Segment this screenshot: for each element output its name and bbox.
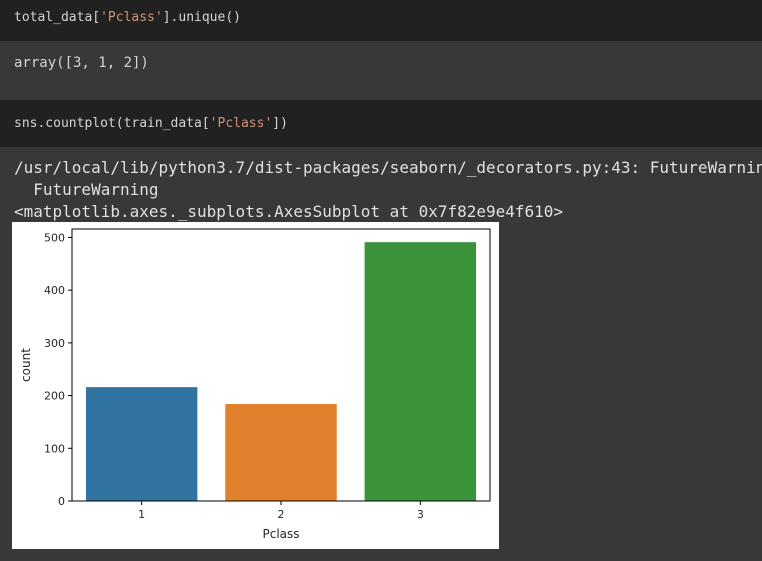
x-tick-label: 1 xyxy=(138,508,145,521)
bar-pclass-2 xyxy=(225,404,337,501)
y-tick-label: 200 xyxy=(44,390,65,403)
axes-repr: <matplotlib.axes._subplots.AxesSubplot a… xyxy=(14,202,564,221)
output-array: array([3, 1, 2]) xyxy=(14,55,149,71)
warning-line: /usr/local/lib/python3.7/dist-packages/s… xyxy=(14,158,762,177)
code-cell-unique[interactable]: total_data['Pclass'].unique() xyxy=(0,0,762,41)
x-tick-label: 3 xyxy=(417,508,424,521)
code-line: total_data['Pclass'].unique() xyxy=(14,10,241,25)
warning-line-continued: FutureWarning xyxy=(14,180,159,199)
x-axis-label: Pclass xyxy=(262,527,299,541)
bar-pclass-3 xyxy=(364,242,477,502)
code-prefix: total_data[ xyxy=(14,10,101,25)
code-prefix: sns.countplot(train_data[ xyxy=(14,116,210,131)
code-cell-countplot[interactable]: sns.countplot(train_data['Pclass']) xyxy=(0,100,762,147)
y-tick-label: 300 xyxy=(44,337,65,350)
output-area-unique: array([3, 1, 2]) xyxy=(0,41,762,99)
y-tick-label: 400 xyxy=(44,284,65,297)
bar-pclass-1 xyxy=(85,387,198,501)
countplot-chart: 0 100 200 300 400 500 1 2 3 Pclass count xyxy=(19,228,491,541)
y-tick-label: 100 xyxy=(44,442,65,455)
code-line: sns.countplot(train_data['Pclass']) xyxy=(14,116,288,131)
code-suffix: ].unique() xyxy=(162,10,241,25)
y-axis-label: count xyxy=(19,348,33,382)
y-tick-label: 0 xyxy=(58,495,65,508)
countplot-figure: 0 100 200 300 400 500 1 2 3 Pclass count xyxy=(12,222,499,549)
y-tick-label: 500 xyxy=(44,231,65,244)
code-suffix: ]) xyxy=(272,116,288,131)
code-string-arg: 'Pclass' xyxy=(100,10,163,25)
x-tick-label: 2 xyxy=(278,508,285,521)
code-string-arg: 'Pclass' xyxy=(209,116,273,131)
